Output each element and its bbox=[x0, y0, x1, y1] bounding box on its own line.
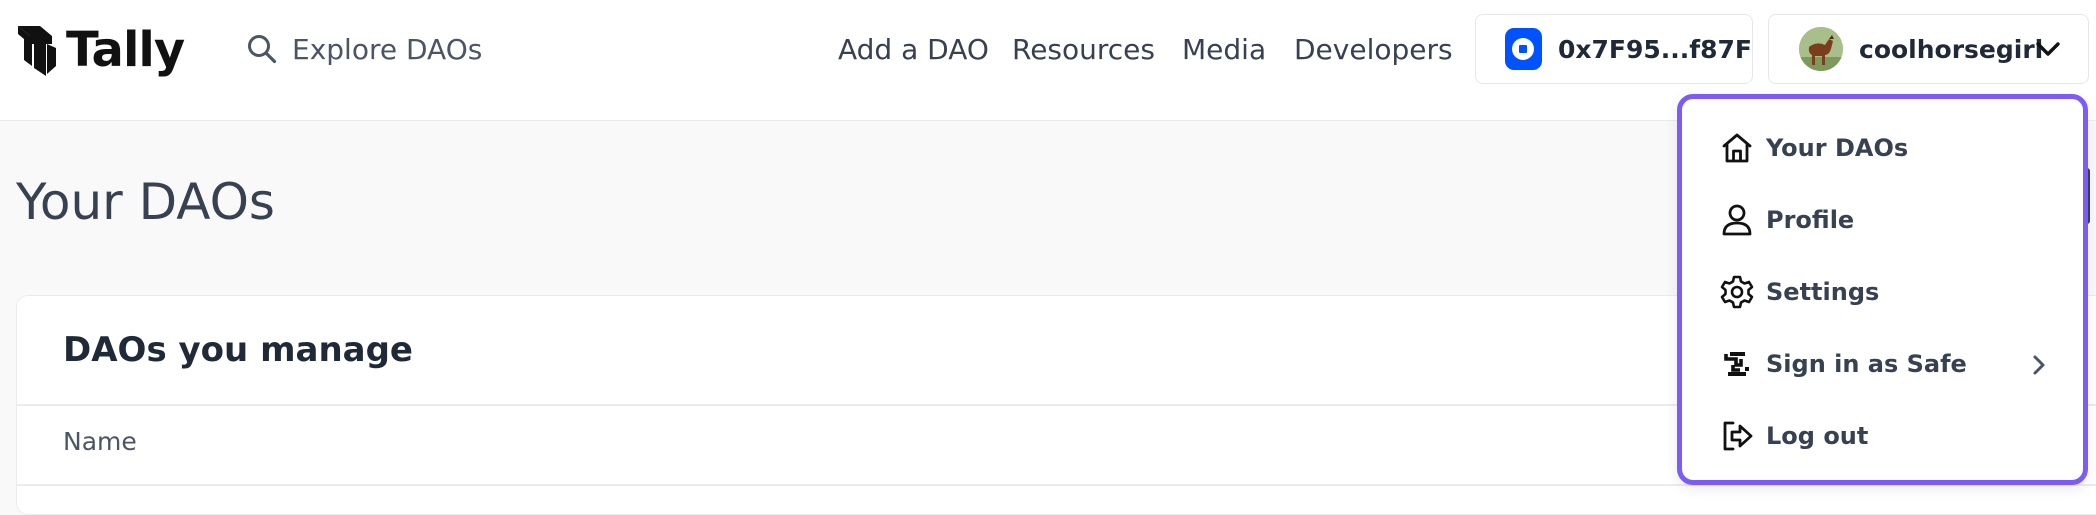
nav-add-dao[interactable]: Add a DAO bbox=[838, 26, 989, 72]
menu-item-label: Settings bbox=[1766, 278, 1880, 306]
menu-item-your-daos[interactable]: Your DAOs bbox=[1682, 118, 2083, 178]
home-icon bbox=[1719, 130, 1755, 166]
logout-icon bbox=[1719, 418, 1755, 454]
wallet-button[interactable]: 0x7F95...f87F bbox=[1475, 14, 1753, 84]
nav-developers[interactable]: Developers bbox=[1294, 26, 1453, 72]
menu-item-label: Your DAOs bbox=[1766, 134, 1909, 162]
column-header-name: Name bbox=[63, 427, 137, 456]
horse-avatar-icon bbox=[1799, 27, 1843, 71]
user-dropdown-menu: Your DAOs Profile Settings Sign in as Sa… bbox=[1677, 94, 2088, 485]
page-title: Your DAOs bbox=[16, 173, 275, 231]
tally-logo[interactable]: Tally bbox=[16, 18, 185, 82]
menu-item-profile[interactable]: Profile bbox=[1682, 190, 2083, 250]
card-title: DAOs you manage bbox=[63, 330, 413, 370]
logo-text: Tally bbox=[66, 22, 185, 78]
explore-daos-link[interactable]: Explore DAOs bbox=[246, 24, 482, 74]
menu-item-sign-in-as-safe[interactable]: Sign in as Safe bbox=[1682, 334, 2083, 394]
nav-resources[interactable]: Resources bbox=[1012, 26, 1155, 72]
user-menu-button[interactable]: coolhorsegirl bbox=[1768, 14, 2089, 84]
menu-item-label: Sign in as Safe bbox=[1766, 350, 1967, 378]
username: coolhorsegirl bbox=[1859, 34, 2044, 64]
safe-icon bbox=[1719, 346, 1755, 382]
menu-item-log-out[interactable]: Log out bbox=[1682, 406, 2083, 466]
chevron-down-icon bbox=[2036, 42, 2060, 56]
nav-media[interactable]: Media bbox=[1182, 26, 1266, 72]
menu-item-label: Log out bbox=[1766, 422, 1869, 450]
tally-logo-icon bbox=[18, 26, 56, 76]
wallet-address: 0x7F95...f87F bbox=[1557, 34, 1752, 64]
coinbase-wallet-icon bbox=[1505, 28, 1542, 70]
avatar bbox=[1799, 27, 1843, 71]
menu-item-settings[interactable]: Settings bbox=[1682, 262, 2083, 322]
explore-daos-label: Explore DAOs bbox=[292, 32, 483, 66]
search-icon bbox=[248, 35, 277, 64]
menu-item-label: Profile bbox=[1766, 206, 1855, 234]
chevron-right-icon bbox=[2033, 355, 2045, 375]
gear-icon bbox=[1719, 274, 1755, 310]
user-icon bbox=[1719, 202, 1755, 238]
